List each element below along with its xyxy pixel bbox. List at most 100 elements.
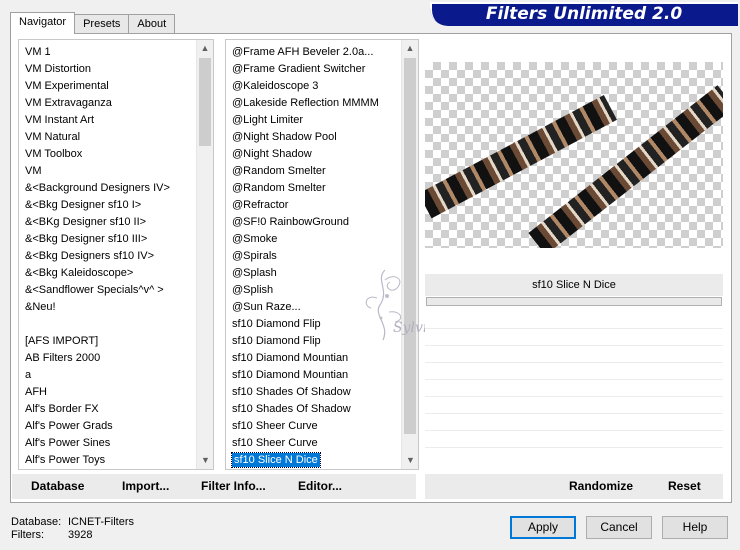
list-item-label: Alf's Power Sines — [25, 437, 111, 449]
list-item[interactable]: Alf's Power Sines — [19, 435, 213, 452]
list-item[interactable]: VM — [19, 163, 213, 180]
list-item[interactable]: Alien Skin — [19, 469, 213, 470]
apply-button[interactable]: Apply — [510, 516, 576, 539]
list-item[interactable]: VM Experimental — [19, 78, 213, 95]
list-item[interactable]: @Spirals — [226, 248, 418, 265]
list-item-label: sf10 Diamond Flip — [232, 318, 321, 330]
right-toolbar: Randomize Reset — [425, 474, 723, 499]
list-item-label: VM Extravaganza — [25, 97, 112, 109]
list-item[interactable]: Alf's Power Grads — [19, 418, 213, 435]
parameter-slider[interactable] — [426, 297, 722, 306]
list-item-label: @Spirals — [232, 250, 277, 262]
filter-scrollbar[interactable]: ▲ ▼ — [401, 40, 418, 469]
list-item[interactable]: @Frame Gradient Switcher — [226, 61, 418, 78]
cancel-button[interactable]: Cancel — [586, 516, 652, 539]
list-item[interactable]: sf10 Slice N Dice — [226, 452, 418, 469]
list-item[interactable]: &<Background Designers IV> — [19, 180, 213, 197]
list-item[interactable]: sf10 Shades Of Shadow — [226, 401, 418, 418]
list-item[interactable]: VM Instant Art — [19, 112, 213, 129]
list-item[interactable]: @Light Limiter — [226, 112, 418, 129]
list-item[interactable]: @SF!0 RainbowGround — [226, 214, 418, 231]
list-item-label: @Splish — [232, 284, 274, 296]
database-button[interactable]: Database — [31, 474, 84, 499]
list-item[interactable]: @Smoke — [226, 231, 418, 248]
list-item[interactable]: a — [19, 367, 213, 384]
list-item[interactable]: sf10 Sheer Curve — [226, 418, 418, 435]
list-item[interactable]: @Night Shadow Pool — [226, 129, 418, 146]
list-item-label: Alf's Power Toys — [25, 454, 106, 466]
list-item[interactable]: VM 1 — [19, 44, 213, 61]
list-item[interactable]: VM Toolbox — [19, 146, 213, 163]
list-item[interactable]: sf10 Shades Of Shadow — [226, 384, 418, 401]
list-item[interactable]: VM Extravaganza — [19, 95, 213, 112]
list-item[interactable]: &<BKg Designer sf10 II> — [19, 214, 213, 231]
list-item[interactable]: @Frame AFH Beveler 2.0a... — [226, 44, 418, 61]
scroll-thumb[interactable] — [199, 58, 211, 146]
list-item[interactable]: @Night Shadow — [226, 146, 418, 163]
randomize-button[interactable]: Randomize — [569, 474, 633, 499]
list-item[interactable]: AB Filters 2000 — [19, 350, 213, 367]
list-item[interactable]: @Random Smelter — [226, 180, 418, 197]
list-item[interactable]: &<Sandflower Specials^v^ > — [19, 282, 213, 299]
reset-button[interactable]: Reset — [668, 474, 701, 499]
list-item[interactable]: sf10 Sheer Curve — [226, 435, 418, 452]
category-list[interactable]: VM 1 VM Distortion VM Experimental VM Extra… — [18, 39, 214, 470]
list-item[interactable]: &<Bkg Designers sf10 IV> — [19, 248, 213, 265]
tab-navigator[interactable]: Navigator — [10, 12, 76, 34]
list-item-label: sf10 Sheer Curve — [232, 420, 318, 432]
list-item-label: &<Bkg Designer sf10 III> — [25, 233, 148, 245]
list-item[interactable]: @Refractor — [226, 197, 418, 214]
list-item-label: @Smoke — [232, 233, 278, 245]
list-item-label: @Frame Gradient Switcher — [232, 63, 366, 75]
scroll-down-icon[interactable]: ▼ — [197, 452, 213, 469]
list-item-label: @Random Smelter — [232, 165, 326, 177]
parameter-area — [425, 296, 723, 471]
list-item-label: sf10 Diamond Mountian — [232, 369, 349, 381]
list-item[interactable]: &<Bkg Designer sf10 I> — [19, 197, 213, 214]
list-item-label: @Night Shadow Pool — [232, 131, 337, 143]
scroll-up-icon[interactable]: ▲ — [197, 40, 213, 57]
list-item[interactable]: VM Distortion — [19, 61, 213, 78]
database-value: ICNET-Filters — [68, 516, 134, 528]
scroll-thumb[interactable] — [404, 58, 416, 434]
list-item[interactable]: @Lakeside Reflection MMMM — [226, 95, 418, 112]
list-item-label: VM Natural — [25, 131, 81, 143]
list-item[interactable]: sf10 Diamond Flip — [226, 333, 418, 350]
list-item[interactable]: sf10 Slice N Dice — [226, 469, 418, 470]
list-item[interactable]: sf10 Diamond Mountian — [226, 350, 418, 367]
list-item[interactable]: @Sun Raze... — [226, 299, 418, 316]
list-item-label: &<Background Designers IV> — [25, 182, 170, 194]
list-item[interactable]: @Splash — [226, 265, 418, 282]
tab-about[interactable]: About — [128, 14, 176, 34]
editor-button[interactable]: Editor... — [298, 474, 342, 499]
list-item[interactable]: &Neu! — [19, 299, 213, 316]
list-item[interactable]: Alf's Power Toys — [19, 452, 213, 469]
category-scrollbar[interactable]: ▲ ▼ — [196, 40, 213, 469]
filters-count: 3928 — [68, 529, 93, 541]
list-item[interactable]: AFH — [19, 384, 213, 401]
list-item[interactable]: &<Bkg Kaleidoscope> — [19, 265, 213, 282]
list-item[interactable]: @Kaleidoscope 3 — [226, 78, 418, 95]
scroll-down-icon[interactable]: ▼ — [402, 452, 418, 469]
list-item-label: [AFS IMPORT] — [25, 335, 99, 347]
help-button[interactable]: Help — [662, 516, 728, 539]
list-item[interactable]: sf10 Diamond Mountian — [226, 367, 418, 384]
import-button[interactable]: Import... — [122, 474, 169, 499]
list-item[interactable]: Alf's Border FX — [19, 401, 213, 418]
list-item[interactable] — [19, 316, 213, 333]
filter-list[interactable]: @Frame AFH Beveler 2.0a... @Frame Gradien… — [225, 39, 419, 470]
list-item[interactable]: @Splish — [226, 282, 418, 299]
tab-presets[interactable]: Presets — [74, 14, 130, 34]
list-item[interactable]: sf10 Diamond Flip — [226, 316, 418, 333]
list-item-label: @Lakeside Reflection MMMM — [232, 97, 379, 109]
list-item-label: @Kaleidoscope 3 — [232, 80, 319, 92]
list-item[interactable]: @Random Smelter — [226, 163, 418, 180]
scroll-up-icon[interactable]: ▲ — [402, 40, 418, 57]
filter-info-button[interactable]: Filter Info... — [201, 474, 266, 499]
list-item-label: &<Bkg Designers sf10 IV> — [25, 250, 155, 262]
list-item[interactable]: VM Natural — [19, 129, 213, 146]
list-item[interactable]: [AFS IMPORT] — [19, 333, 213, 350]
list-item[interactable]: &<Bkg Designer sf10 III> — [19, 231, 213, 248]
list-item-label: VM — [25, 165, 42, 177]
list-item-label: &<Bkg Kaleidoscope> — [25, 267, 134, 279]
